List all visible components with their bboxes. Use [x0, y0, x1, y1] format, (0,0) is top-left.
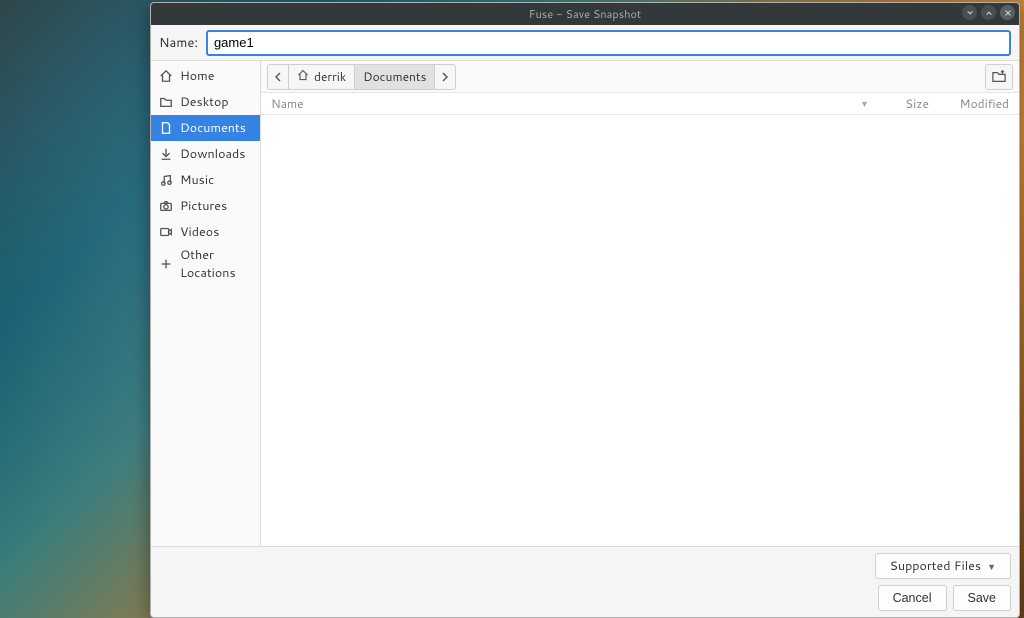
maximize-button[interactable] [981, 5, 996, 20]
column-header-modified[interactable]: Modified [929, 95, 1009, 112]
filename-input[interactable] [206, 30, 1011, 56]
home-icon [297, 68, 309, 85]
filename-row: Name: [151, 25, 1019, 61]
actions-row: Cancel Save [159, 585, 1011, 611]
dialog-body: Home Desktop Documents Downloads Music [151, 61, 1019, 546]
sidebar-item-label: Music [180, 171, 214, 189]
column-header-name[interactable]: Name [271, 95, 860, 112]
sidebar-item-label: Other Locations [180, 246, 252, 282]
columns-header: Name ▼ Size Modified [261, 93, 1019, 115]
camera-icon [159, 199, 173, 213]
sidebar-item-label: Downloads [180, 145, 245, 163]
pathbar-back-button[interactable] [268, 65, 289, 89]
filename-label: Name: [159, 34, 198, 52]
column-header-size[interactable]: Size [869, 95, 929, 112]
new-folder-icon [991, 70, 1007, 84]
new-folder-button[interactable] [985, 64, 1013, 90]
sidebar-item-label: Pictures [180, 197, 227, 215]
pathbar-segment-current[interactable]: Documents [355, 65, 435, 89]
sidebar-item-label: Documents [180, 119, 246, 137]
pathbar-row: derrik Documents [261, 61, 1019, 93]
pathbar-segment-label: Documents [363, 68, 426, 85]
file-browser: derrik Documents N [261, 61, 1019, 546]
sidebar-item-downloads[interactable]: Downloads [151, 141, 260, 167]
sort-indicator-icon: ▼ [860, 97, 869, 110]
dialog-footer: Supported Files ▼ Cancel Save [151, 546, 1019, 617]
pathbar: derrik Documents [267, 64, 456, 90]
desktop-wallpaper: Fuse - Save Snapshot Name: [0, 0, 1024, 618]
video-icon [159, 225, 173, 239]
sidebar-item-label: Home [180, 67, 214, 85]
plus-icon [159, 257, 173, 271]
sidebar-item-pictures[interactable]: Pictures [151, 193, 260, 219]
folder-icon [159, 95, 173, 109]
filter-label: Supported Files [890, 557, 981, 575]
document-icon [159, 121, 173, 135]
sidebar-item-home[interactable]: Home [151, 63, 260, 89]
sidebar-item-label: Videos [180, 223, 219, 241]
pathbar-forward-button[interactable] [435, 65, 455, 89]
sidebar-item-other-locations[interactable]: Other Locations [151, 251, 260, 277]
sidebar-item-desktop[interactable]: Desktop [151, 89, 260, 115]
chevron-down-icon: ▼ [987, 560, 996, 573]
music-icon [159, 173, 173, 187]
sidebar-item-music[interactable]: Music [151, 167, 260, 193]
filter-row: Supported Files ▼ [159, 553, 1011, 579]
file-type-filter[interactable]: Supported Files ▼ [875, 553, 1011, 579]
sidebar-item-videos[interactable]: Videos [151, 219, 260, 245]
sidebar-item-label: Desktop [180, 93, 229, 111]
sidebar-item-documents[interactable]: Documents [151, 115, 260, 141]
pathbar-segment-home[interactable]: derrik [289, 65, 355, 89]
close-button[interactable] [1000, 5, 1015, 20]
file-list[interactable] [261, 115, 1019, 546]
window-controls [962, 5, 1015, 20]
places-sidebar: Home Desktop Documents Downloads Music [151, 61, 261, 546]
pathbar-segment-label: derrik [314, 68, 346, 85]
download-icon [159, 147, 173, 161]
save-button[interactable]: Save [953, 585, 1012, 611]
window-title: Fuse - Save Snapshot [529, 6, 641, 22]
cancel-button[interactable]: Cancel [878, 585, 947, 611]
save-dialog: Fuse - Save Snapshot Name: [150, 2, 1020, 618]
titlebar: Fuse - Save Snapshot [151, 3, 1019, 25]
home-icon [159, 69, 173, 83]
minimize-button[interactable] [962, 5, 977, 20]
